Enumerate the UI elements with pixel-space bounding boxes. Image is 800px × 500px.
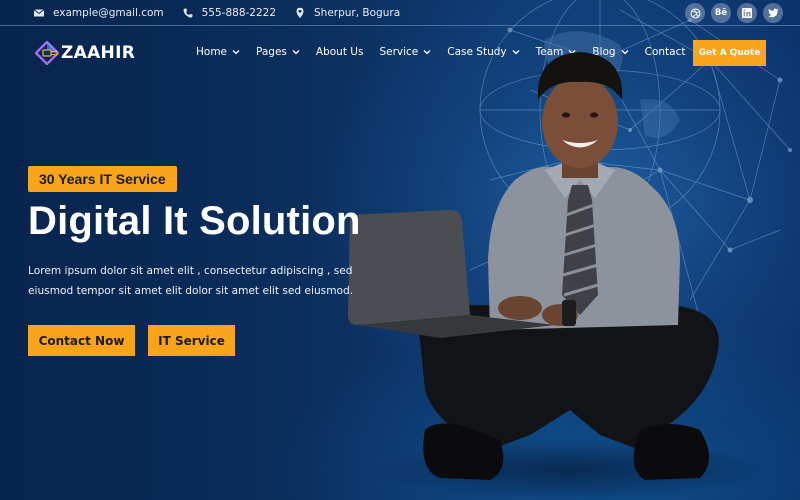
hero-person-image [348,52,760,500]
brand-logo[interactable]: ZAAHIR [35,41,135,65]
brand-name: ZAAHIR [61,43,136,63]
hero-description: Lorem ipsum dolor sit amet elit , consec… [28,265,354,297]
phone-text: 555-888-2222 [201,6,277,19]
hero-title: Digital It Solution [28,199,361,243]
location-text: Sherpur, Bogura [314,6,401,19]
email-contact[interactable]: example@gmail.com [33,7,164,19]
chevron-down-icon [232,50,240,55]
nav-item-home[interactable]: Home [196,46,240,58]
top-info-bar: example@gmail.com 555-888-2222 Sherpur, … [0,0,800,26]
phone-icon [183,8,193,18]
envelope-icon [33,8,45,16]
email-text: example@gmail.com [53,6,164,19]
hero-section: example@gmail.com 555-888-2222 Sherpur, … [0,0,800,500]
dribbble-icon[interactable] [685,3,705,23]
twitter-icon[interactable] [763,3,783,23]
location-info: Sherpur, Bogura [294,7,400,19]
nav-item-pages[interactable]: Pages [256,46,300,58]
chevron-down-icon [292,50,300,55]
linkedin-icon[interactable] [737,3,757,23]
phone-contact[interactable]: 555-888-2222 [182,7,276,19]
contact-now-button[interactable]: Contact Now [28,325,135,356]
behance-icon[interactable]: Bē [711,3,731,23]
years-service-badge: 30 Years IT Service [28,166,177,192]
social-links: Bē [685,3,783,23]
map-pin-icon [296,7,304,18]
it-service-button[interactable]: IT Service [148,325,235,356]
logo-mark-icon [35,41,59,65]
